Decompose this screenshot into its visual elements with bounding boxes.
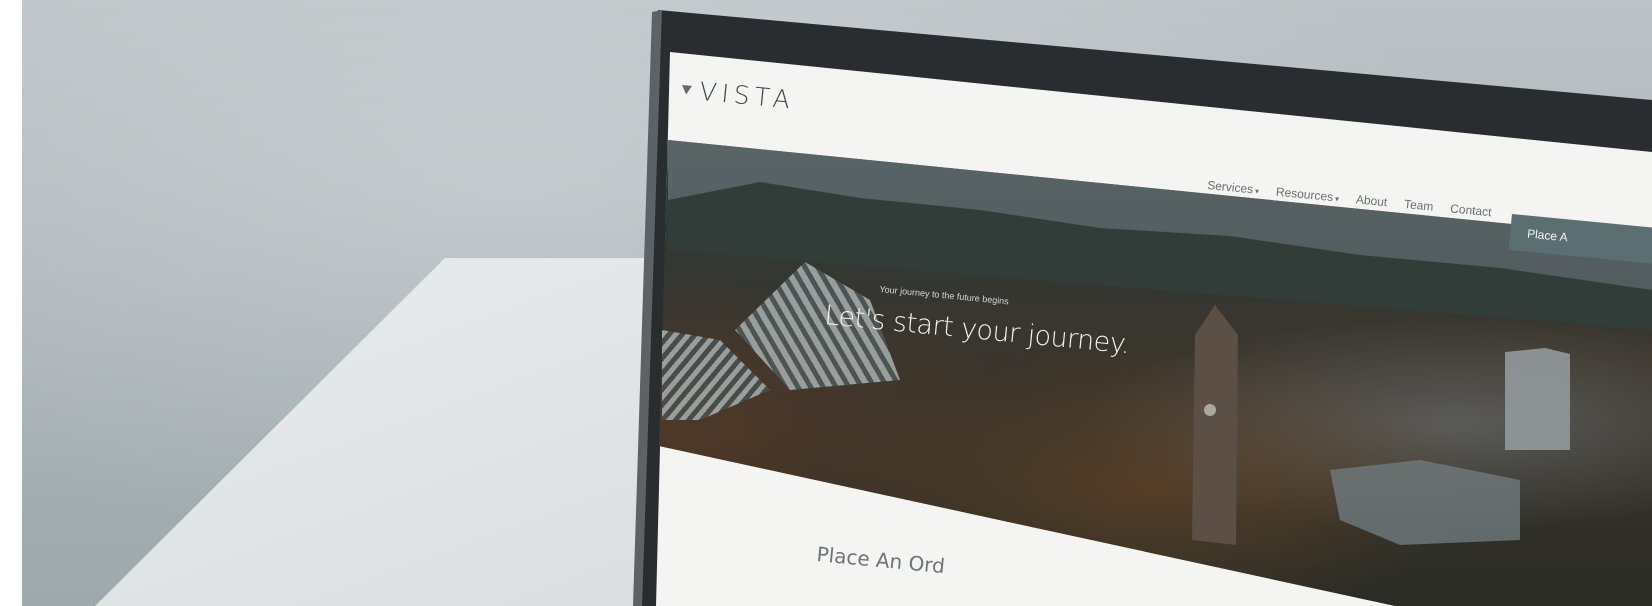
caret-down-icon: ▾ [1254, 186, 1260, 196]
logo-mark-icon [681, 84, 692, 95]
nav-item-team[interactable]: Team [1404, 197, 1435, 214]
left-margin-strip [0, 0, 22, 606]
nav-item-about[interactable]: About [1355, 192, 1388, 209]
caret-down-icon: ▾ [1334, 194, 1340, 204]
